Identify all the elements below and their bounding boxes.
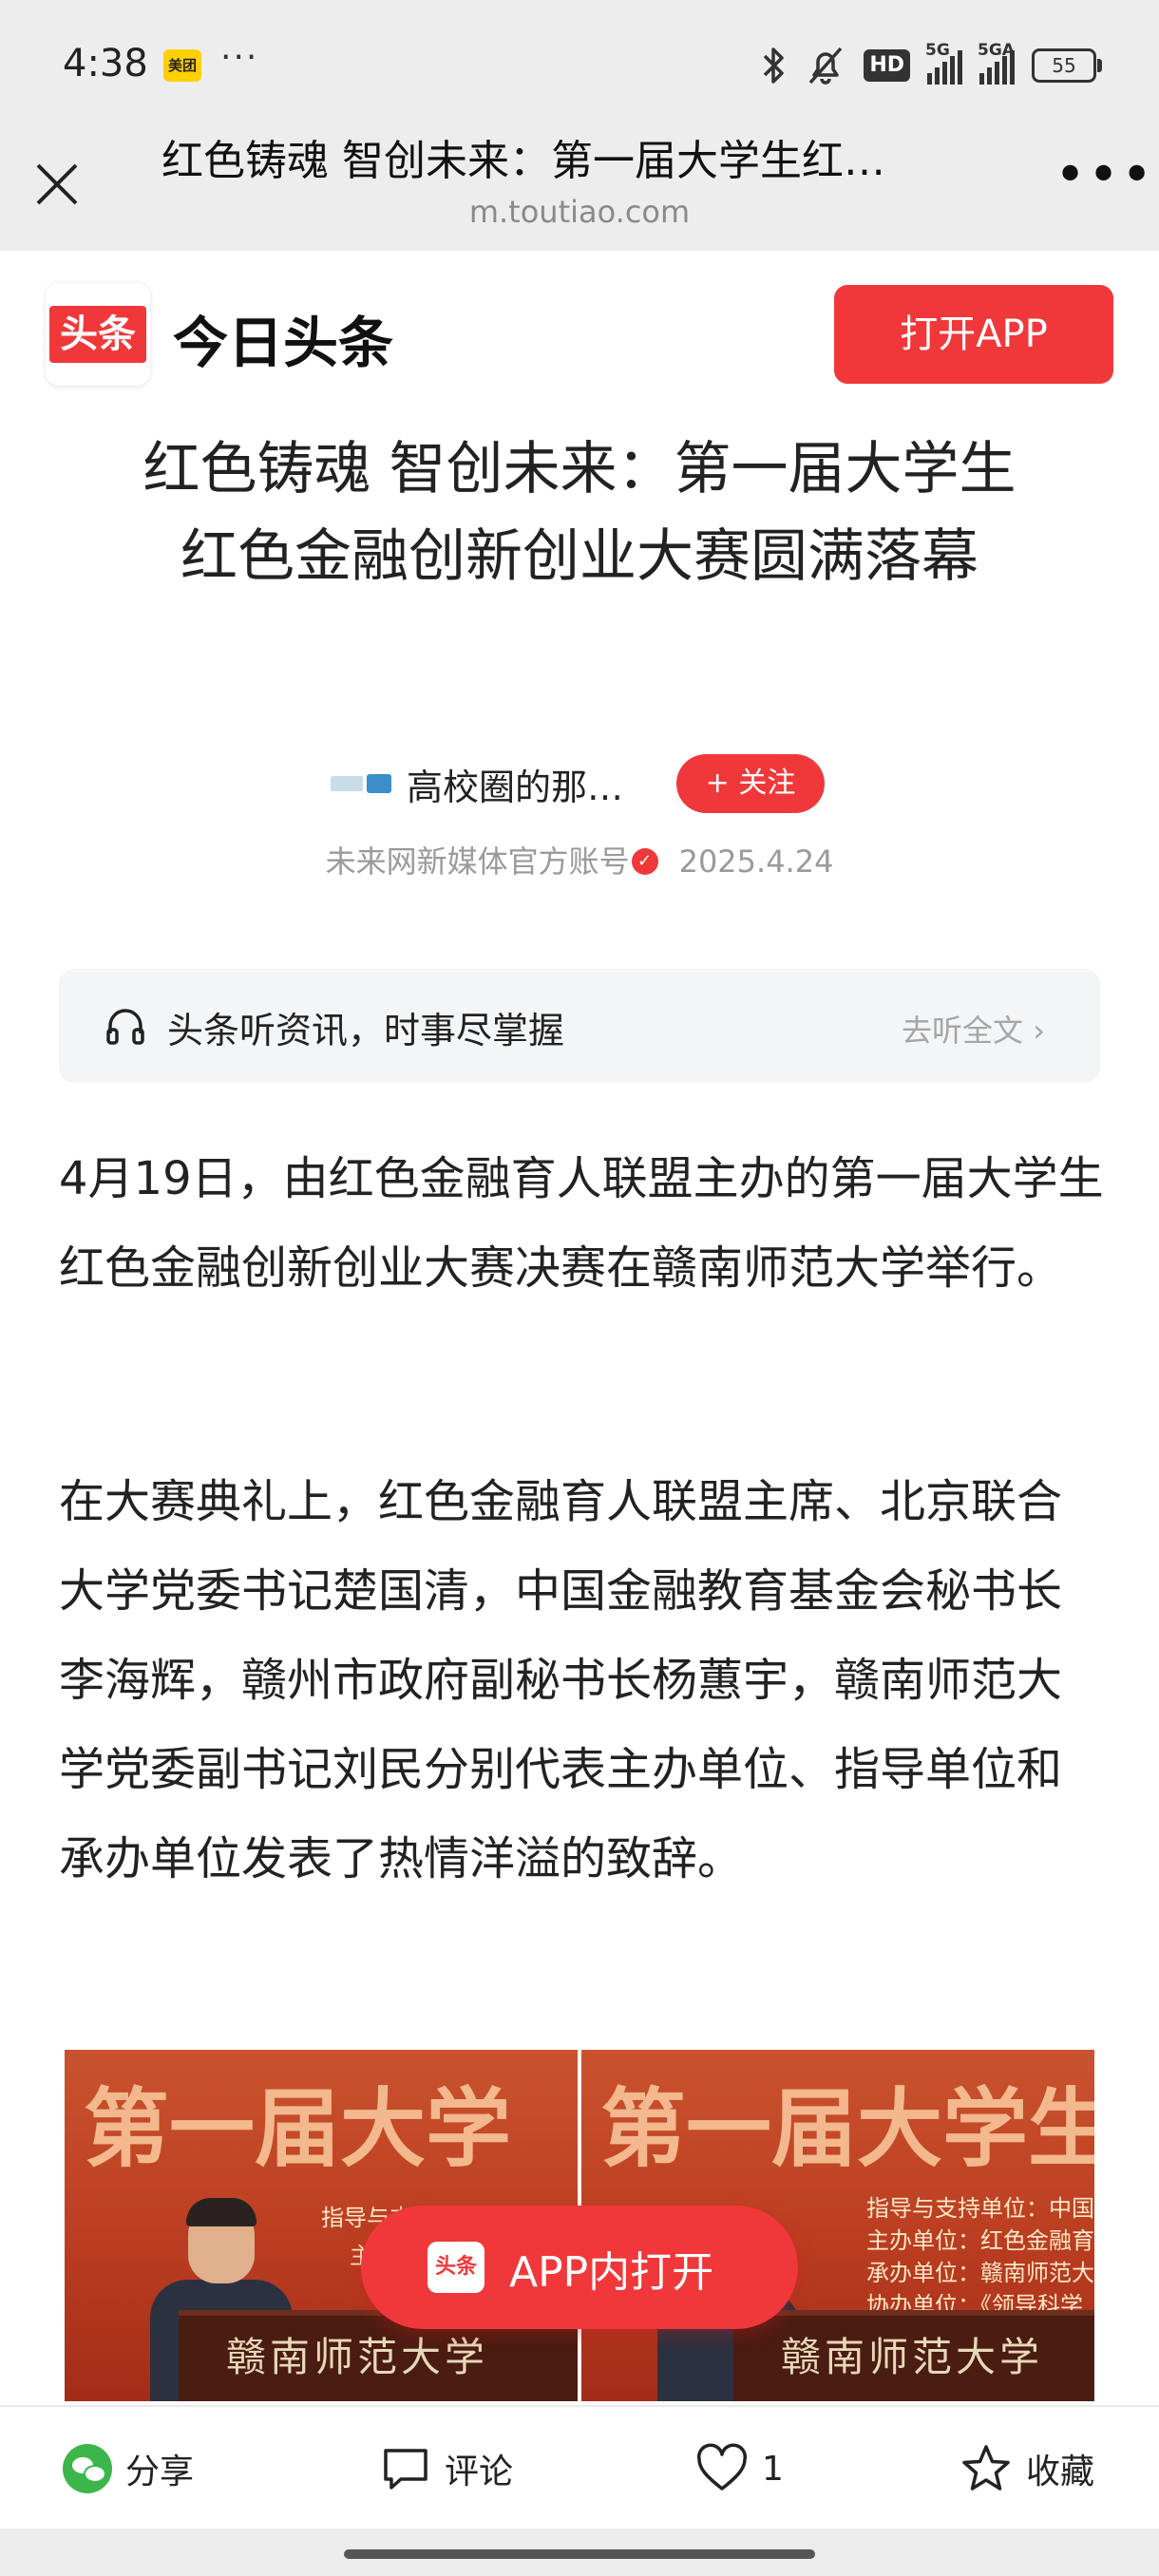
page-title: 红色铸魂 智创未来：第一届大学生红…	[162, 137, 885, 185]
headphone-icon	[106, 1009, 144, 1045]
listen-label: 头条听资讯，时事尽掌握	[167, 1010, 565, 1051]
home-indicator	[0, 2529, 1159, 2576]
status-icons: HD 5G 5GA 55	[759, 41, 1102, 89]
listen-full-link[interactable]: 去听全文 ›	[902, 1007, 1045, 1051]
comment-icon	[384, 2449, 428, 2490]
more-menu-icon[interactable]: •••	[1054, 149, 1152, 202]
listen-full-link-text[interactable]: 去听全文	[902, 1013, 1023, 1049]
collect-label[interactable]: 收藏	[1026, 2444, 1094, 2493]
status-time: 4:38	[63, 42, 148, 85]
wechat-icon	[63, 2444, 112, 2493]
battery-icon: 55	[1032, 48, 1102, 83]
toutiao-logo-small: 头条	[428, 2242, 484, 2293]
listen-bar[interactable]: 头条听资讯，时事尽掌握 去听全文 ›	[59, 969, 1100, 1083]
photo-info-line: 主办单位：红色金融育	[866, 2227, 1094, 2254]
chevron-right-icon: ›	[1023, 1013, 1045, 1049]
comment-label[interactable]: 评论	[445, 2444, 513, 2493]
star-icon	[962, 2445, 1010, 2491]
comment-button[interactable]: 评论	[380, 2435, 513, 2502]
open-app-button[interactable]: 打开APP	[834, 285, 1113, 384]
photo-banner-right: 第一届大学生	[600, 2079, 1094, 2179]
follow-button[interactable]: + 关注	[676, 754, 825, 813]
podium-text: 赣南师范大学	[226, 2334, 489, 2380]
share-label[interactable]: 分享	[125, 2444, 194, 2493]
author-row[interactable]: 高校圈的那…	[331, 750, 623, 817]
heart-icon	[697, 2443, 747, 2491]
open-in-app-label[interactable]: APP内打开	[509, 2238, 713, 2299]
share-button[interactable]: 分享	[63, 2435, 194, 2502]
page-domain: m.toutiao.com	[468, 194, 691, 230]
home-indicator-pill[interactable]	[344, 2549, 815, 2559]
bell-muted-icon	[809, 47, 843, 85]
network-type-2: 5GA	[978, 41, 1015, 60]
author-avatar[interactable]	[331, 772, 391, 795]
network-type-1: 5G	[925, 41, 950, 60]
bluetooth-icon	[764, 47, 785, 84]
toutiao-logo-text: 头条	[49, 306, 146, 363]
podium-text: 赣南师范大学	[781, 2334, 1044, 2380]
author-name[interactable]: 高校圈的那…	[407, 758, 623, 810]
more-notifications-icon: ···	[220, 38, 259, 77]
podium: 赣南师范大学	[733, 2310, 1094, 2401]
article-headline: 红色铸魂 智创未来：第一届大学生红色金融创新创业大赛圆满落幕	[142, 436, 1016, 590]
photo-info-line: 承办单位：赣南师范大	[866, 2260, 1094, 2286]
publish-date: 2025.4.24	[678, 843, 834, 880]
article-meta: 未来网新媒体官方账号 ✓ 2025.4.24	[0, 838, 1159, 881]
account-type: 未来网新媒体官方账号	[325, 843, 630, 880]
collect-button[interactable]: 收藏	[960, 2435, 1094, 2502]
article-paragraph: 在大赛典礼上，红色金融育人联盟主席、北京联合大学党委书记楚国清，中国金融教育基金…	[59, 1475, 1063, 1885]
bottom-action-bar: 分享 评论 1 收藏	[0, 2405, 1159, 2530]
status-bar: 4:38 美团 ··· HD 5G 5GA 55	[0, 0, 1159, 133]
meituan-notification-icon: 美团	[163, 49, 201, 82]
hd-voice-icon: HD	[864, 49, 910, 82]
like-count: 1	[762, 2449, 784, 2489]
article-paragraph: 4月19日，由红色金融育人联盟主办的第一届大学生红色金融创新创业大赛决赛在赣南师…	[59, 1152, 1104, 1295]
open-in-app-button[interactable]: 头条 APP内打开	[361, 2206, 798, 2329]
browser-header: 红色铸魂 智创未来：第一届大学生红… m.toutiao.com •••	[0, 133, 1159, 251]
toutiao-logo: 头条	[46, 283, 150, 386]
signal-icon-2: 5GA	[978, 41, 1015, 85]
verified-icon: ✓	[631, 848, 658, 875]
brand-name: 今日头条	[173, 311, 394, 375]
signal-icon-1: 5G	[925, 41, 962, 85]
photo-info-line: 指导与支持单位：中国	[866, 2195, 1094, 2222]
photo-banner-left: 第一届大学	[84, 2079, 511, 2179]
like-button[interactable]: 1	[695, 2435, 784, 2502]
